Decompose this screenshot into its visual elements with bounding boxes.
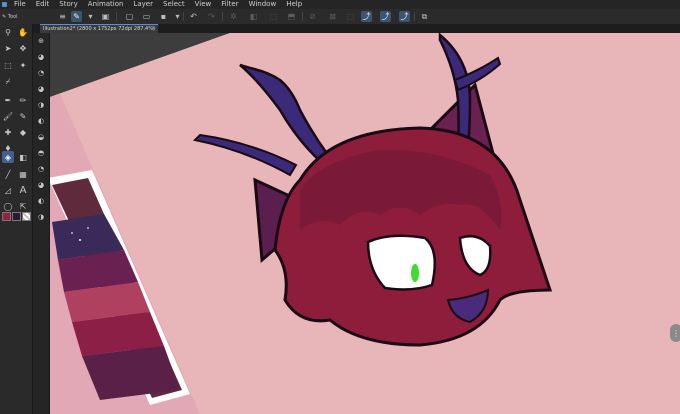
figure-tool-icon[interactable]: ╱ xyxy=(2,168,14,180)
ruler-tool-icon[interactable]: ◿ xyxy=(2,184,14,196)
gradient-tool-icon[interactable]: ◧ xyxy=(17,151,29,163)
menu-animation[interactable]: Animation xyxy=(83,0,129,9)
fill-icon[interactable]: ◧ xyxy=(248,11,259,22)
brush-preset-9-icon[interactable]: ◕ xyxy=(36,179,46,191)
menu-filter[interactable]: Filter xyxy=(216,0,243,9)
menu-layer[interactable]: Layer xyxy=(128,0,158,9)
close-icon[interactable]: × xyxy=(151,25,156,33)
document-tab[interactable]: Illustration2* (2800 x 1752px 72dpi 287.… xyxy=(40,24,158,33)
brush-preset-10-icon[interactable]: ◐ xyxy=(36,195,46,207)
brush-preset-1-icon[interactable]: ◕ xyxy=(36,51,46,63)
operation-tool-icon[interactable]: ➤ xyxy=(2,42,14,54)
tool-header-label: Tool xyxy=(7,14,18,20)
save-icon[interactable]: ▪ xyxy=(158,11,169,22)
stroke-correction-2-icon[interactable]: ⤴ xyxy=(380,11,391,22)
drawing-canvas[interactable]: ⋮ xyxy=(50,33,680,414)
navigator-icon[interactable]: ⊕ xyxy=(36,35,46,47)
frame-tool-icon[interactable]: ▦ xyxy=(17,168,29,180)
brush-preset-7-icon[interactable]: ◓ xyxy=(36,147,46,159)
document-tab-title: Illustration2* (2800 x 1752px 72dpi 287.… xyxy=(43,26,155,32)
menu-edit[interactable]: Edit xyxy=(31,0,55,9)
zoom-tool-icon[interactable]: ⚲ xyxy=(2,26,14,38)
character-pupil-left xyxy=(411,264,419,282)
text-tool-icon[interactable]: A xyxy=(17,184,29,196)
menu-window[interactable]: Window xyxy=(244,0,282,9)
menu-view[interactable]: View xyxy=(190,0,217,9)
tool-header: ✎ Tool xyxy=(2,11,20,23)
airbrush-tool-icon[interactable]: ✎ xyxy=(17,110,29,122)
canvas-icon[interactable]: ▣ xyxy=(100,11,111,22)
decoration-tool-icon[interactable]: ✚ xyxy=(2,126,14,138)
menu-bar: File Edit Story Animation Layer Select V… xyxy=(0,0,680,9)
menu-select[interactable]: Select xyxy=(158,0,190,9)
brush-preset-6-icon[interactable]: ◒ xyxy=(36,131,46,143)
menu-help[interactable]: Help xyxy=(281,0,307,9)
transform-icon[interactable]: ⬚ xyxy=(268,11,279,22)
brush-mode-icon[interactable]: ✎ xyxy=(71,11,82,22)
eraser-tool-icon[interactable]: ◆ xyxy=(17,126,29,138)
invert-selection-icon[interactable]: ⊠ xyxy=(327,11,338,22)
deselect-icon[interactable]: ⊘ xyxy=(307,11,318,22)
hamburger-menu-icon[interactable]: ≡ xyxy=(57,11,68,22)
selection-tool-icon[interactable]: ⬚ xyxy=(2,59,14,71)
sub-color-swatch[interactable] xyxy=(12,212,21,221)
document-tab-bar: Illustration2* (2800 x 1752px 72dpi 287.… xyxy=(0,24,680,33)
artwork xyxy=(50,33,680,414)
auto-select-tool-icon[interactable]: ✦ xyxy=(17,59,29,71)
main-color-swatch[interactable] xyxy=(2,212,11,221)
move-layer-tool-icon[interactable]: ✥ xyxy=(17,42,29,54)
new-file-icon[interactable]: ▢ xyxy=(124,11,135,22)
brush-tool-icon[interactable]: 🖌 xyxy=(2,110,14,122)
chevron-down-icon[interactable]: ▾ xyxy=(172,11,183,22)
transparent-color-swatch[interactable] xyxy=(22,212,31,221)
pen-tool-icon[interactable]: ✒ xyxy=(2,94,14,106)
layers-copy-icon[interactable]: ⧉ xyxy=(419,11,430,22)
open-file-icon[interactable]: ▭ xyxy=(141,11,152,22)
scroll-handle-icon[interactable]: ⋮ xyxy=(670,324,680,342)
correct-line-tool-icon[interactable]: ⇱ xyxy=(17,200,29,212)
fill-tool-icon[interactable]: ◈ xyxy=(2,151,14,163)
sub-tool-strip: ⊕ ◕ ◔ ◕ ◑ ◐ ◒ ◓ ◔ ◕ ◐ ◑ xyxy=(33,33,50,414)
selection-icon[interactable]: ⬚ xyxy=(345,11,356,22)
balloon-tool-icon[interactable]: ◯ xyxy=(2,200,14,212)
expand-icon[interactable]: ⬒ xyxy=(286,11,297,22)
app-logo-icon[interactable] xyxy=(0,0,9,9)
pencil-tool-icon[interactable]: ✏ xyxy=(17,94,29,106)
clear-icon[interactable]: ✲ xyxy=(228,11,239,22)
hand-tool-icon[interactable]: ✋ xyxy=(17,26,29,38)
brush-preset-5-icon[interactable]: ◐ xyxy=(36,115,46,127)
brush-preset-4-icon[interactable]: ◑ xyxy=(36,99,46,111)
brush-preset-2-icon[interactable]: ◔ xyxy=(36,67,46,79)
stroke-correction-1-icon[interactable]: ⤴ xyxy=(361,11,372,22)
undo-icon[interactable]: ↶ xyxy=(188,11,199,22)
chevron-down-icon[interactable]: ▾ xyxy=(85,11,96,22)
menu-story[interactable]: Story xyxy=(54,0,83,9)
command-bar: ≡ ✎ ▾ ▣ ▢ ▭ ▪ ▾ ↶ ↷ ✲ ◧ ⬚ ⬒ ⊘ ⊠ ⬚ ⤴ ⤴ ⤴ … xyxy=(0,9,680,25)
brush-preset-8-icon[interactable]: ◔ xyxy=(36,163,46,175)
brush-preset-11-icon[interactable]: ◑ xyxy=(36,211,46,223)
redo-icon[interactable]: ↷ xyxy=(206,11,217,22)
brush-preset-3-icon[interactable]: ◕ xyxy=(36,83,46,95)
eyedropper-tool-icon[interactable]: ⌿ xyxy=(2,76,14,88)
menu-file[interactable]: File xyxy=(9,0,31,9)
tool-palette: ✎ Tool ⚲ ✋ ➤ ✥ ⬚ ✦ ⌿ ✒ ✏ 🖌 ✎ ✚ ◆ ♦ ◈ ◧ ╱… xyxy=(0,14,33,414)
stroke-correction-3-icon[interactable]: ⤴ xyxy=(399,11,410,22)
